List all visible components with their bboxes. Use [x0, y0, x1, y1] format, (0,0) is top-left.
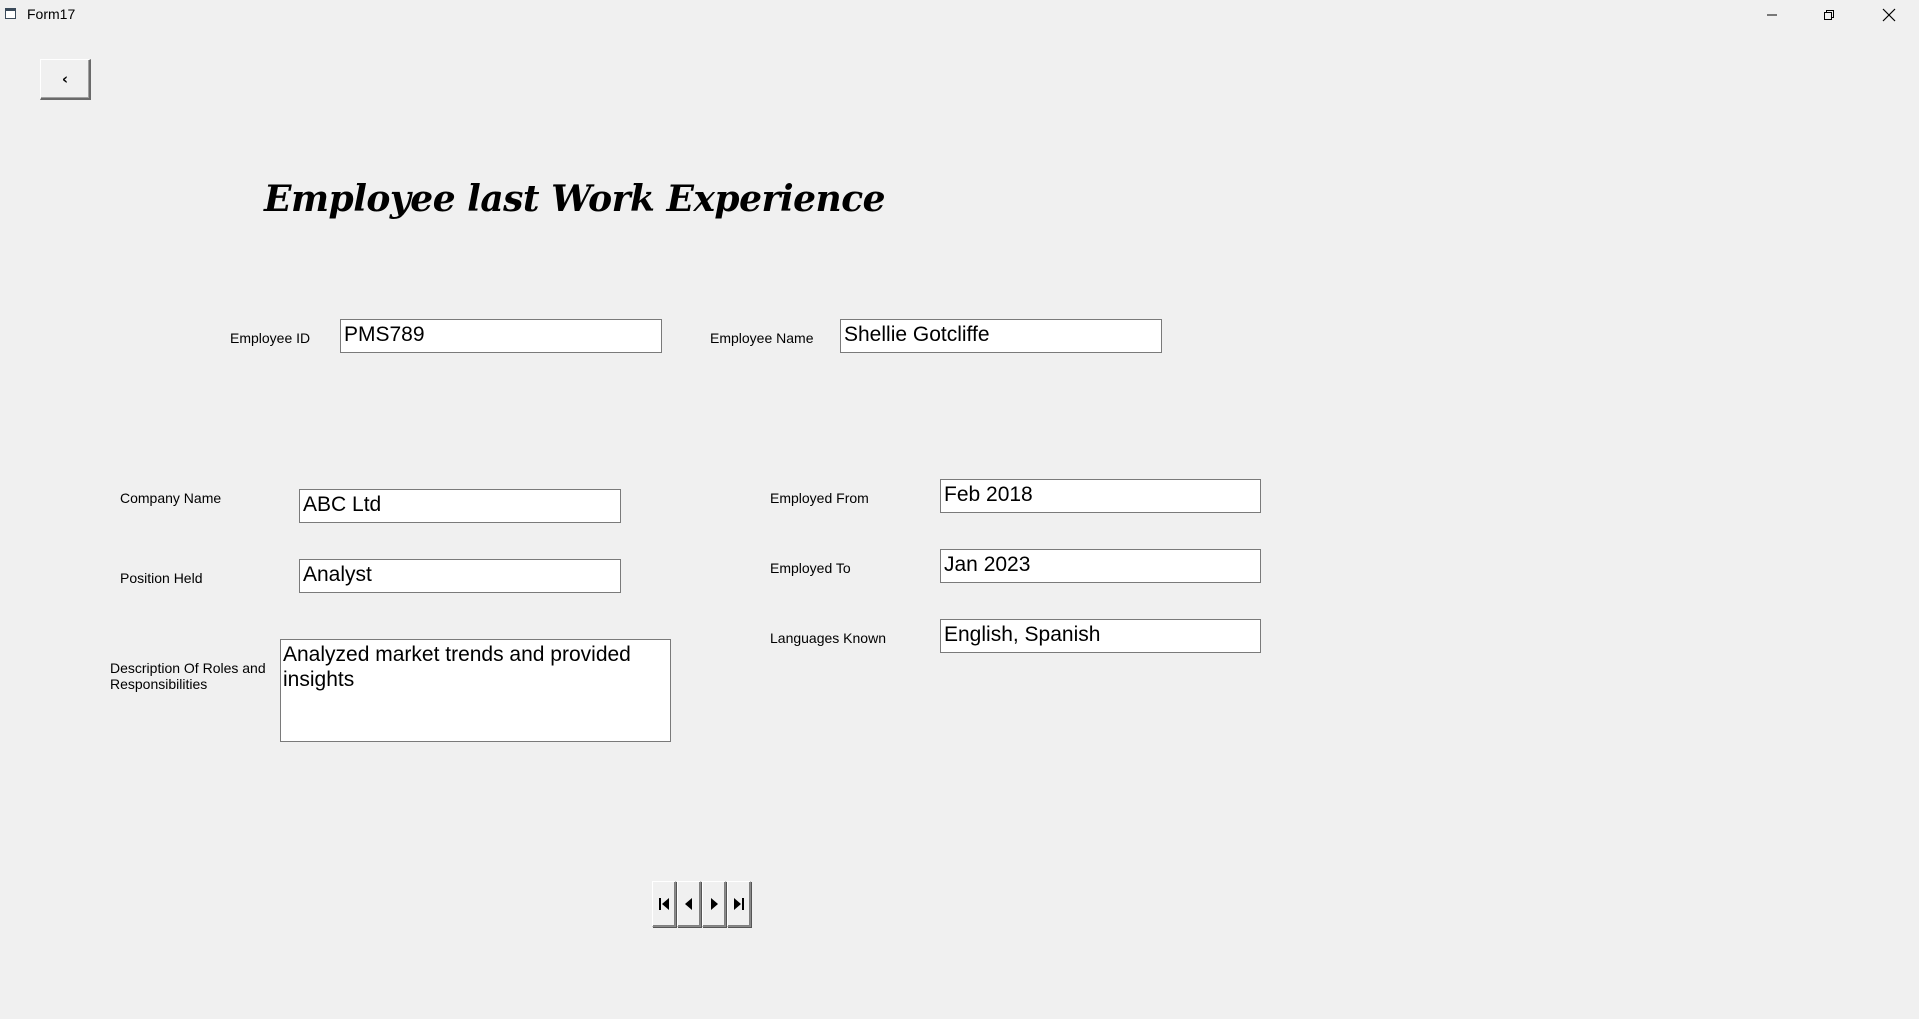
minimize-button[interactable]	[1743, 0, 1800, 30]
previous-record-icon	[685, 898, 692, 910]
back-button[interactable]: ‹	[40, 59, 91, 100]
employed-to-field[interactable]: Jan 2023	[940, 549, 1261, 583]
employed-to-label: Employed To	[770, 560, 851, 576]
position-held-field[interactable]: Analyst	[299, 559, 621, 593]
close-icon	[1882, 8, 1895, 22]
next-record-button[interactable]	[702, 881, 726, 927]
last-record-button[interactable]	[727, 881, 751, 927]
languages-known-field[interactable]: English, Spanish	[940, 619, 1261, 653]
restore-button[interactable]	[1800, 0, 1857, 30]
employed-from-label: Employed From	[770, 490, 869, 506]
close-button[interactable]	[1860, 0, 1917, 30]
languages-known-label: Languages Known	[770, 630, 886, 646]
description-field[interactable]: Analyzed market trends and provided insi…	[280, 639, 671, 742]
employee-name-label: Employee Name	[710, 330, 814, 346]
page-title: Employee last Work Experience	[264, 178, 886, 220]
restore-icon	[1823, 10, 1834, 20]
employee-name-field[interactable]: Shellie Gotcliffe	[840, 319, 1162, 353]
previous-record-button[interactable]	[677, 881, 701, 927]
record-navigator	[652, 881, 752, 927]
company-name-field[interactable]: ABC Ltd	[299, 489, 621, 523]
employee-id-label: Employee ID	[230, 330, 311, 346]
description-label: Description Of Roles and Responsibilitie…	[110, 660, 266, 692]
minimize-icon	[1766, 14, 1777, 16]
employed-from-field[interactable]: Feb 2018	[940, 479, 1261, 513]
title-bar: Form17	[0, 0, 1919, 30]
app-icon	[5, 8, 16, 19]
employee-id-field[interactable]: PMS789	[340, 319, 662, 353]
first-record-button[interactable]	[652, 881, 676, 927]
company-name-label: Company Name	[120, 490, 222, 506]
first-record-icon	[659, 898, 669, 910]
last-record-icon	[734, 898, 744, 910]
position-held-label: Position Held	[120, 570, 203, 586]
next-record-icon	[711, 898, 718, 910]
window-title: Form17	[27, 6, 76, 22]
